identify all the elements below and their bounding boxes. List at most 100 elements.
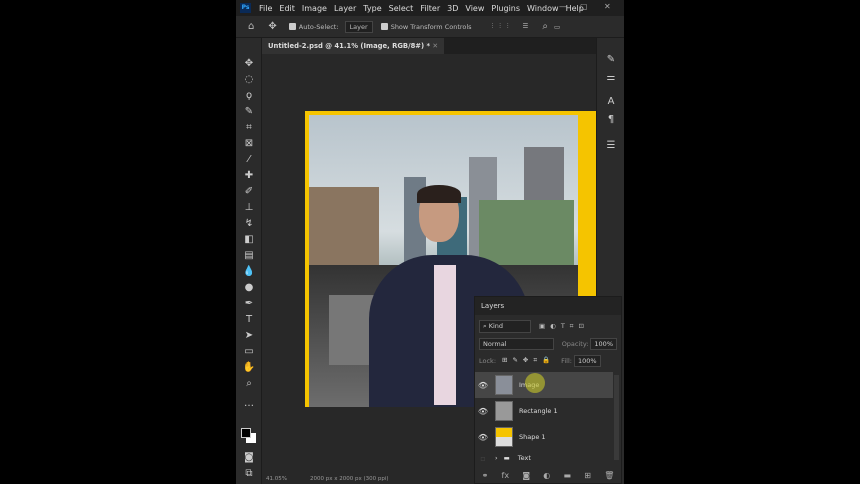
lock-label: Lock: [479,356,497,365]
screen-mode-icon[interactable]: ⧉ [242,468,256,480]
fill-input[interactable]: 100% [573,354,601,367]
home-icon[interactable]: ⌂ [248,21,254,32]
layer-thumbnail [495,401,513,421]
healing-icon[interactable]: ✚ [242,170,256,182]
move-icon[interactable]: ✥ [242,58,256,70]
opacity-input[interactable]: 100% [590,337,617,350]
menu-layer[interactable]: Layer [334,4,356,13]
layers-panel-tab[interactable]: Layers [475,297,621,315]
options-bar: ⌂ ✥ Auto-Select: Layer Show Transform Co… [236,16,624,38]
cursor-highlight [525,373,545,393]
character-icon[interactable]: A [605,96,617,108]
visibility-eye-icon[interactable]: 👁 [475,381,491,390]
marquee-icon[interactable]: ◌ [242,74,256,86]
visibility-eye-icon[interactable]: 👁 [475,407,491,416]
eyedropper-icon[interactable]: ⁄ [242,154,256,166]
filter-kind-dropdown[interactable]: ⌕ Kind [479,320,531,333]
layer-group-text[interactable]: ▫ › ▬ Text [475,450,613,466]
type-icon[interactable]: T [242,314,256,326]
properties-icon[interactable]: ☰ [605,140,617,152]
move-tool-icon[interactable]: ✥ [268,21,276,32]
pen-icon[interactable]: ✒ [242,298,256,310]
layer-rectangle-1[interactable]: 👁 Rectangle 1 [475,398,613,424]
menu-file[interactable]: File [259,4,272,13]
brush-settings-icon[interactable]: ✎ [605,54,617,66]
brush-icon[interactable]: ✐ [242,186,256,198]
fx-icon[interactable]: fx [502,471,510,480]
link-layers-icon[interactable]: ⚭ [482,471,489,480]
align-icons[interactable]: ⫶⫶⫶ ☰ [492,22,535,31]
search-icon[interactable]: ⌕ [542,21,548,32]
lock-icons[interactable]: ⊞✎✥⌗🔒 [502,356,555,365]
frame-icon[interactable]: ⊠ [242,138,256,150]
group-expand-chevron-icon[interactable]: › [495,454,498,462]
menu-plugins[interactable]: Plugins [491,4,520,13]
layer-shape-1[interactable]: 👁 Shape 1 [475,424,613,450]
layers-panel-footer: ⚭ fx ◙ ◐ ▬ ⊞ 🗑 [475,467,621,483]
layer-image[interactable]: 👁 Image [475,372,613,398]
maximize-icon[interactable]: ▢ [580,2,588,11]
path-select-icon[interactable]: ➤ [242,330,256,342]
rectangle-icon[interactable]: ▭ [242,346,256,358]
adjustment-layer-icon[interactable]: ◐ [543,471,550,480]
menu-window[interactable]: Window [527,4,559,13]
document-dimensions: 2000 px x 2000 px (300 ppi) [310,476,389,482]
auto-select-label: Auto-Select: [298,22,339,31]
quick-mask-icon[interactable]: ◙ [242,452,256,464]
layers-panel: Layers ⌕ Kind ▣◐T⌗⊡ Normal Opacity: 100%… [474,296,622,484]
menu-type[interactable]: Type [363,4,381,13]
tab-close-icon[interactable]: ✕ [432,42,438,50]
close-icon[interactable]: ✕ [604,2,611,11]
photoshop-logo: Ps [240,3,251,13]
auto-select-dropdown[interactable]: Layer [344,20,373,33]
workspace-icon[interactable]: ▭ [554,23,560,31]
tools-panel: ✥ ◌ ϙ ✎ ⌗ ⊠ ⁄ ✚ ✐ ⊥ ↯ ◧ ▤ 💧 ● ✒ T ➤ ▭ ✋ … [236,38,262,484]
blend-mode-dropdown[interactable]: Normal [479,337,554,350]
menu-select[interactable]: Select [389,4,414,13]
add-mask-icon[interactable]: ◙ [522,471,530,480]
menu-edit[interactable]: Edit [279,4,295,13]
eraser-icon[interactable]: ◧ [242,234,256,246]
visibility-toggle[interactable]: ▫ [475,454,491,463]
layer-name: Text [517,454,531,462]
menu-view[interactable]: View [465,4,484,13]
layers-scrollbar[interactable] [614,375,619,460]
document-tab[interactable]: Untitled-2.psd @ 41.1% (Image, RGB/8#) *… [262,38,445,54]
layer-name: Rectangle 1 [519,407,558,415]
filter-kind-value: Kind [488,322,504,330]
stamp-icon[interactable]: ⊥ [242,202,256,214]
lasso-icon[interactable]: ϙ [242,90,256,102]
hand-icon[interactable]: ✋ [242,362,256,374]
layer-thumbnail [495,427,513,447]
adjustments-sliders-icon[interactable]: ⚌ [605,72,617,84]
minimize-icon[interactable]: — [559,2,567,11]
history-brush-icon[interactable]: ↯ [242,218,256,230]
filter-icons[interactable]: ▣◐T⌗⊡ [539,322,589,331]
visibility-eye-icon[interactable]: 👁 [475,433,491,442]
fill-label: Fill: [561,356,572,365]
document-tabs: Untitled-2.psd @ 41.1% (Image, RGB/8#) *… [262,38,596,54]
gradient-icon[interactable]: ▤ [242,250,256,262]
menu-3d[interactable]: 3D [447,4,458,13]
opacity-label: Opacity: [561,339,589,348]
auto-select-checkbox[interactable] [288,23,296,30]
new-layer-icon[interactable]: ⊞ [584,471,591,480]
foreground-color-swatch[interactable] [241,428,251,438]
dodge-icon[interactable]: ● [242,282,256,294]
layer-name: Shape 1 [519,433,546,441]
quick-select-icon[interactable]: ✎ [242,106,256,118]
paragraph-icon[interactable]: ¶ [605,114,617,126]
crop-icon[interactable]: ⌗ [242,122,256,134]
layer-thumbnail [495,375,513,395]
tab-title: Untitled-2.psd @ 41.1% (Image, RGB/8#) * [268,42,431,50]
blur-icon[interactable]: 💧 [242,266,256,278]
photoshop-window: Ps File Edit Image Layer Type Select Fil… [236,0,624,484]
more-tools-icon[interactable]: … [242,398,256,410]
delete-layer-icon[interactable]: 🗑 [604,471,614,480]
show-transform-checkbox[interactable] [380,23,388,30]
menu-filter[interactable]: Filter [420,4,440,13]
new-group-icon[interactable]: ▬ [564,471,572,480]
zoom-icon[interactable]: ⌕ [242,378,256,390]
menu-image[interactable]: Image [302,4,327,13]
zoom-level[interactable]: 41.05% [266,476,287,482]
